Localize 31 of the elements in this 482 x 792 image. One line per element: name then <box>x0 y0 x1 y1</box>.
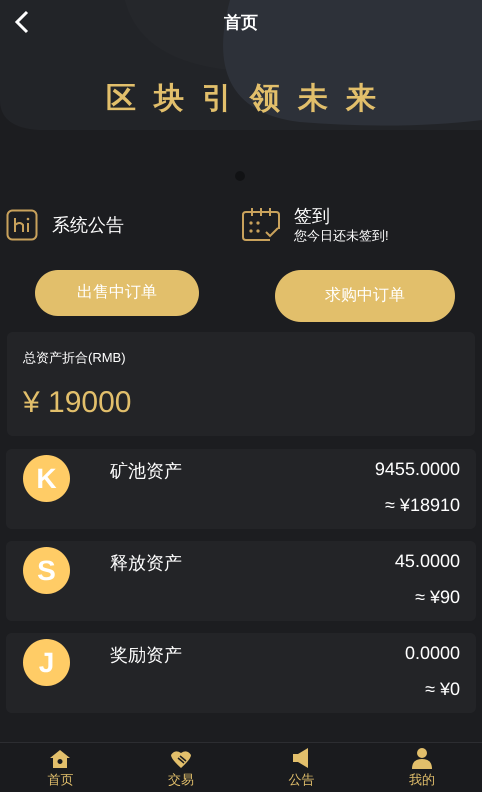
asset-card[interactable]: J 奖励资产 0.0000 ≈ ¥0 <box>6 633 476 713</box>
total-assets-value: ¥ 19000 <box>23 384 132 420</box>
asset-amount: 9455.0000 <box>374 458 460 480</box>
tab-item[interactable]: 公告 <box>241 743 362 792</box>
user-icon <box>410 746 433 768</box>
coin-icon: J <box>23 639 70 686</box>
asset-value: ≈ ¥18910 <box>385 494 460 516</box>
calendar-icon <box>242 207 280 243</box>
checkin-title[interactable]: 签到 <box>294 205 389 227</box>
asset-amount: 0.0000 <box>404 642 460 664</box>
asset-name: 矿池资产 <box>110 461 182 481</box>
page-title: 首页 <box>224 12 258 34</box>
asset-value: ≈ ¥0 <box>425 678 460 700</box>
hi-icon <box>6 209 38 241</box>
speaker-icon <box>292 746 310 768</box>
asset-amount: 45.0000 <box>394 550 460 572</box>
asset-name: 奖励资产 <box>110 645 182 665</box>
asset-name: 释放资产 <box>110 553 182 573</box>
coin-icon: S <box>23 547 70 594</box>
asset-value: ≈ ¥90 <box>415 586 460 608</box>
home-icon <box>49 748 72 768</box>
tab-item[interactable]: 我的 <box>362 743 482 792</box>
checkin-status: 您今日还未签到! <box>294 227 389 245</box>
tab-item[interactable]: 交易 <box>120 743 241 792</box>
coin-icon: K <box>23 455 70 502</box>
asset-card[interactable]: K 矿池资产 9455.0000 ≈ ¥18910 <box>6 449 476 529</box>
notice-label[interactable]: 系统公告 <box>52 212 124 238</box>
banner-title: 区块引领未来 <box>105 81 394 117</box>
total-assets-label: 总资产折合(RMB) <box>23 349 126 367</box>
tab-item[interactable]: 首页 <box>0 743 120 792</box>
asset-card[interactable]: S 释放资产 45.0000 ≈ ¥90 <box>6 541 476 621</box>
